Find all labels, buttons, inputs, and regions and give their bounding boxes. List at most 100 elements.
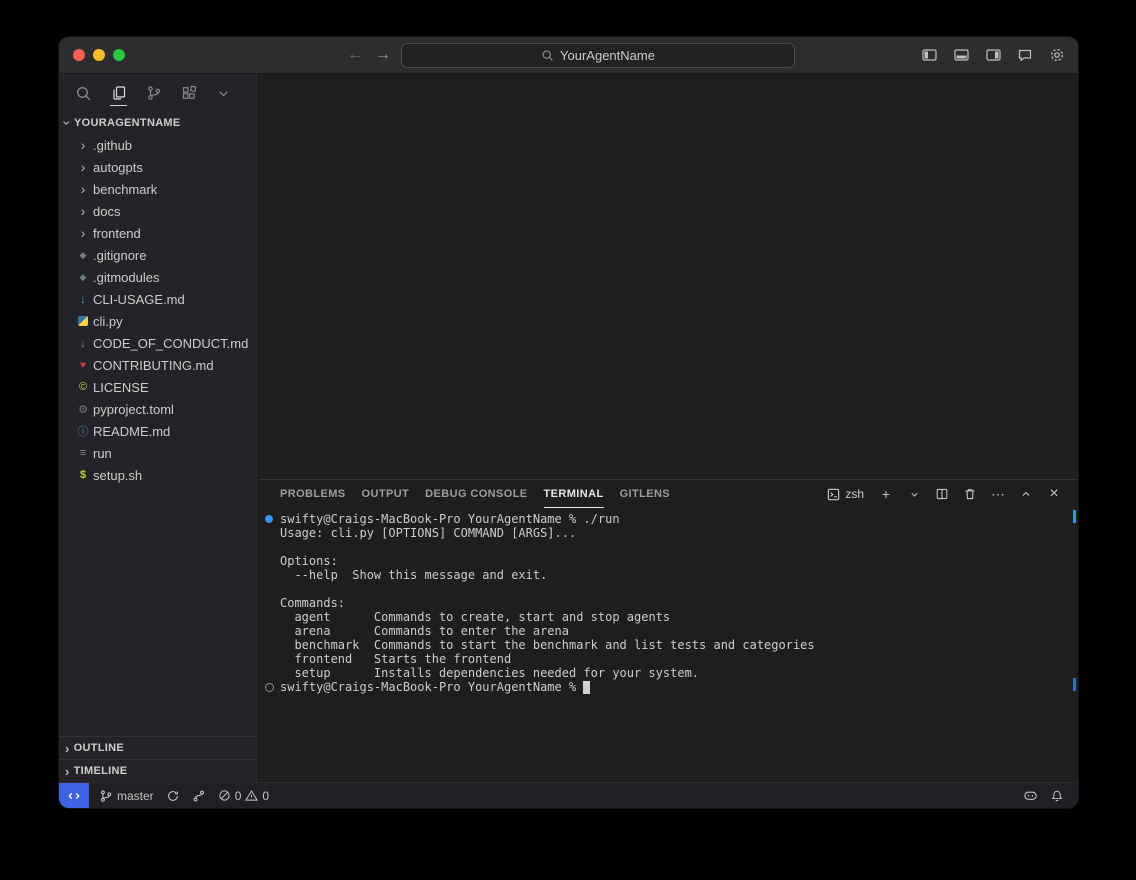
tab-problems[interactable]: PROBLEMS — [280, 480, 346, 508]
chat-bubble-icon — [1017, 47, 1033, 63]
tree-item-docs[interactable]: › docs — [59, 200, 258, 222]
panel-actions: zsh + — [826, 484, 1064, 504]
forward-icon[interactable]: → — [375, 46, 391, 64]
notifications-item[interactable] — [1044, 789, 1070, 803]
tree-item-label: pyproject.toml — [93, 402, 174, 417]
tree-item-benchmark[interactable]: › benchmark — [59, 178, 258, 200]
source-control-graph-item[interactable] — [186, 783, 212, 808]
markdown-icon: ↓ — [75, 292, 91, 306]
tab-terminal[interactable]: TERMINAL — [544, 480, 604, 508]
terminal-line: Options: — [280, 554, 1066, 568]
editor-area[interactable] — [259, 74, 1078, 479]
tab-output[interactable]: OUTPUT — [362, 480, 410, 508]
tree-item-label: LICENSE — [93, 380, 149, 395]
extensions-icon — [181, 85, 197, 101]
tree-item-github[interactable]: › .github — [59, 134, 258, 156]
source-control-icon — [146, 85, 162, 101]
sync-icon — [166, 789, 180, 803]
tree-item-run[interactable]: ≡ run — [59, 442, 258, 464]
tree-item-license[interactable]: © LICENSE — [59, 376, 258, 398]
minimize-window-button[interactable] — [93, 49, 105, 61]
remote-indicator[interactable] — [59, 783, 89, 808]
more-views-button[interactable] — [215, 81, 232, 105]
toggle-secondary-sidebar-button[interactable] — [982, 44, 1004, 66]
back-icon[interactable]: ← — [347, 46, 363, 64]
search-view-button[interactable] — [75, 81, 92, 105]
timeline-section[interactable]: › TIMELINE — [59, 759, 258, 782]
info-icon: ⓘ — [75, 423, 91, 439]
toggle-panel-button[interactable] — [950, 44, 972, 66]
tree-item-gitignore[interactable]: ◆ .gitignore — [59, 244, 258, 266]
tree-item-frontend[interactable]: › frontend — [59, 222, 258, 244]
chevron-down-icon — [909, 489, 920, 500]
zoom-window-button[interactable] — [113, 49, 125, 61]
chevron-right-icon: › — [75, 203, 91, 219]
tree-item-label: CONTRIBUTING.md — [93, 358, 214, 373]
maximize-panel-button[interactable] — [1016, 484, 1036, 504]
close-window-button[interactable] — [73, 49, 85, 61]
shell-script-icon: $ — [75, 469, 91, 481]
terminal-line: benchmark Commands to start the benchmar… — [280, 638, 1066, 652]
toggle-primary-sidebar-button[interactable] — [918, 44, 940, 66]
tree-item-contributing[interactable]: ♥ CONTRIBUTING.md — [59, 354, 258, 376]
terminal-output[interactable]: swifty@Craigs-MacBook-Pro YourAgentName … — [259, 508, 1078, 782]
files-icon — [111, 85, 127, 101]
tree-item-cli-py[interactable]: cli.py — [59, 310, 258, 332]
bell-icon — [1050, 789, 1064, 803]
workarea: PROBLEMS OUTPUT DEBUG CONSOLE TERMINAL G… — [259, 74, 1078, 782]
command-decoration-prompt[interactable] — [265, 683, 274, 692]
settings-button[interactable] — [1046, 44, 1068, 66]
chevron-right-icon: › — [65, 741, 70, 756]
terminal-profile-dropdown-button[interactable] — [904, 484, 924, 504]
tree-item-cli-usage[interactable]: ↓ CLI-USAGE.md — [59, 288, 258, 310]
titlebar: ← → YourAgentName — [59, 37, 1078, 74]
new-terminal-button[interactable]: + — [876, 484, 896, 504]
branch-status-item[interactable]: master — [93, 783, 160, 808]
panel-more-actions-button[interactable]: ⋯ — [988, 484, 1008, 504]
terminal-shell-selector[interactable]: zsh — [826, 487, 864, 502]
outline-section[interactable]: › OUTLINE — [59, 736, 258, 759]
extensions-view-button[interactable] — [180, 81, 197, 105]
tree-item-label: .github — [93, 138, 132, 153]
command-decoration-success[interactable] — [265, 515, 273, 523]
tree-item-label: cli.py — [93, 314, 123, 329]
tree-item-gitmodules[interactable]: ◆ .gitmodules — [59, 266, 258, 288]
copilot-status-item[interactable] — [1017, 788, 1044, 803]
split-editor-icon — [935, 487, 949, 501]
terminal-line: Commands: — [280, 596, 1066, 610]
file-tree: › .github › autogpts › benchmark › docs … — [59, 134, 258, 486]
sync-status-item[interactable] — [160, 783, 186, 808]
tree-item-label: docs — [93, 204, 120, 219]
python-icon — [78, 316, 88, 326]
chevron-right-icon: › — [75, 225, 91, 241]
source-control-graph-icon — [192, 789, 206, 803]
explorer-root-folder[interactable]: › YOURAGENTNAME — [59, 112, 258, 134]
tab-gitlens[interactable]: GITLENS — [620, 480, 670, 508]
tree-item-autogpts[interactable]: › autogpts — [59, 156, 258, 178]
tree-item-readme[interactable]: ⓘ README.md — [59, 420, 258, 442]
overview-ruler-mark — [1073, 678, 1076, 691]
sidebar-spacer — [59, 486, 258, 736]
copilot-icon — [1023, 788, 1038, 803]
command-center-search[interactable]: YourAgentName — [401, 43, 795, 68]
tab-debug-console[interactable]: DEBUG CONSOLE — [425, 480, 527, 508]
tree-item-code-of-conduct[interactable]: ↓ CODE_OF_CONDUCT.md — [59, 332, 258, 354]
split-terminal-button[interactable] — [932, 484, 952, 504]
panel-header: PROBLEMS OUTPUT DEBUG CONSOLE TERMINAL G… — [259, 480, 1078, 508]
tree-item-label: frontend — [93, 226, 141, 241]
terminal-line — [280, 582, 1066, 596]
terminal-line: Usage: cli.py [OPTIONS] COMMAND [ARGS]..… — [280, 526, 1066, 540]
close-panel-button[interactable]: × — [1044, 484, 1064, 504]
tree-item-setup-sh[interactable]: $ setup.sh — [59, 464, 258, 486]
root-folder-label: YOURAGENTNAME — [74, 117, 181, 129]
search-value: YourAgentName — [560, 48, 655, 63]
layout-sidebar-left-icon — [921, 47, 938, 63]
chevron-right-icon: › — [75, 159, 91, 175]
explorer-view-button[interactable] — [110, 81, 127, 106]
section-label: TIMELINE — [74, 765, 128, 777]
kill-terminal-button[interactable] — [960, 484, 980, 504]
problems-status-item[interactable]: 0 0 — [212, 783, 275, 808]
tree-item-pyproject[interactable]: ⚙ pyproject.toml — [59, 398, 258, 420]
source-control-view-button[interactable] — [145, 81, 162, 105]
chat-button[interactable] — [1014, 44, 1036, 66]
